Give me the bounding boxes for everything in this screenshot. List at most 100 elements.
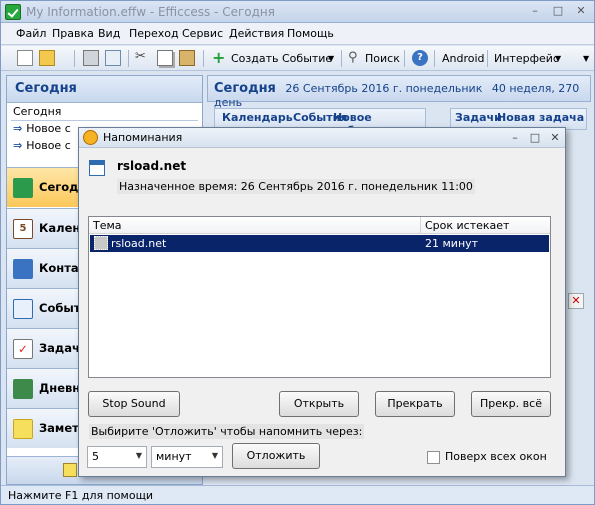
toolbar-separator [404, 50, 405, 67]
open-folder-icon[interactable] [39, 50, 55, 66]
list-header: Тема Срок истекает [89, 217, 550, 234]
calendar-icon [89, 160, 105, 176]
nav-contacts-label: Конта [39, 261, 79, 275]
contact-card-icon [13, 259, 33, 279]
snooze-unit-value: минут [156, 450, 192, 463]
dialog-close-button[interactable]: ✕ [547, 130, 563, 145]
app-check-icon [5, 4, 21, 20]
sticky-note-icon[interactable] [63, 463, 77, 477]
nav-notes-label: Замет [39, 421, 79, 435]
interface-button[interactable]: Интерфейс [494, 49, 559, 68]
copy-icon[interactable] [157, 50, 173, 66]
arrow-right-icon: ⇒ [13, 122, 23, 135]
menu-view[interactable]: Вид [98, 27, 120, 40]
reminders-list[interactable]: Тема Срок истекает rsload.net 21 минут [88, 216, 551, 378]
print-preview-icon[interactable] [105, 50, 121, 66]
panel-close-icon[interactable]: ✕ [568, 293, 584, 309]
dismiss-all-button[interactable]: Прекр. всё [471, 391, 551, 417]
nav-pane-header: Сегодня [7, 76, 202, 103]
dismiss-button[interactable]: Прекрать [375, 391, 455, 417]
events-icon [13, 299, 33, 319]
dialog-title-bar: Напоминания – □ ✕ [79, 128, 565, 148]
always-on-top-checkbox[interactable] [427, 451, 440, 464]
content-title: Сегодня [214, 81, 276, 96]
help-icon[interactable]: ? [412, 50, 428, 66]
snooze-amount-select[interactable]: 5 ▼ [87, 446, 147, 468]
toolbar-separator [128, 50, 129, 67]
menu-bar: Файл Правка Вид Переход Сервис Действия … [1, 23, 594, 45]
new-document-icon[interactable] [17, 50, 33, 66]
status-bar: Нажмите F1 для помощи [1, 485, 594, 504]
toolbar-separator [341, 50, 342, 67]
android-button[interactable]: Android [442, 49, 485, 68]
new-task-link-top[interactable]: Новая задача [497, 111, 584, 124]
row-subject: rsload.net [111, 237, 167, 250]
open-button[interactable]: Открыть [279, 391, 359, 417]
toolbar-overflow-icon[interactable]: ▼ [583, 49, 589, 68]
toolbar: ✂ + Создать Событие ▼ ⚲ Поиск ? Android … [1, 46, 594, 71]
create-event-button[interactable]: Создать Событие [231, 49, 332, 68]
snooze-label: Выбирите 'Отложить' чтобы напомнить чере… [89, 424, 365, 439]
menu-go[interactable]: Переход [129, 27, 179, 40]
arrow-right-icon: ⇒ [13, 139, 23, 152]
chevron-down-icon: ▼ [135, 451, 142, 460]
snooze-unit-select[interactable]: минут ▼ [151, 446, 223, 468]
table-row[interactable]: rsload.net 21 минут [90, 235, 549, 252]
menu-help[interactable]: Помощь [287, 27, 334, 40]
create-event-dropdown-icon[interactable]: ▼ [328, 49, 334, 68]
toolbar-separator [203, 50, 204, 67]
menu-file[interactable]: Файл [16, 27, 46, 40]
toolbar-separator [74, 50, 75, 67]
menu-tools[interactable]: Сервис [182, 27, 223, 40]
row-expires: 21 минут [425, 237, 479, 250]
dialog-title: Напоминания [103, 131, 183, 144]
window-title: My Information.effw - Efficcess - Сегодн… [26, 5, 275, 19]
print-icon[interactable] [83, 50, 99, 66]
search-icon: ⚲ [348, 50, 358, 65]
cut-icon[interactable]: ✂ [135, 50, 151, 66]
alarm-clock-icon [83, 130, 98, 145]
chevron-down-icon: ▼ [211, 451, 218, 460]
toolbar-separator [487, 50, 488, 67]
plus-icon: + [212, 48, 226, 67]
close-button[interactable]: ✕ [572, 4, 590, 19]
dialog-minimize-button[interactable]: – [507, 130, 523, 145]
task-check-icon: ✓ [13, 339, 33, 359]
toolbar-separator [434, 50, 435, 67]
snooze-amount-value: 5 [92, 450, 99, 463]
reminder-subject: rsload.net [117, 159, 187, 173]
nav-today-label: Сегод [39, 180, 79, 194]
nav-events-label: Событ [39, 301, 81, 315]
search-button[interactable]: Поиск [365, 49, 400, 68]
minimize-button[interactable]: – [526, 4, 544, 19]
column-subject[interactable]: Тема [93, 219, 122, 232]
event-icon [94, 236, 108, 250]
tab-tasks[interactable]: Задачи [455, 111, 502, 124]
column-expires[interactable]: Срок истекает [425, 219, 509, 232]
new-event-link-label: Новое с [26, 122, 71, 135]
dialog-maximize-button[interactable]: □ [527, 130, 543, 145]
content-date: 26 Сентябрь 2016 г. понедельник [285, 82, 483, 95]
snooze-button[interactable]: Отложить [232, 443, 320, 469]
column-divider [420, 217, 421, 234]
title-bar: My Information.effw - Efficcess - Сегодн… [1, 1, 594, 23]
paste-icon[interactable] [179, 50, 195, 66]
reminder-dialog: Напоминания – □ ✕ rsload.net Назначенное… [78, 127, 566, 477]
note-icon [13, 419, 33, 439]
scheduled-time: Назначенное время: 26 Сентябрь 2016 г. п… [117, 179, 475, 194]
menu-edit[interactable]: Правка [52, 27, 94, 40]
diary-icon [13, 379, 33, 399]
nav-diary-label: Дневн [39, 381, 81, 395]
tab-calendar[interactable]: Календарь [222, 111, 293, 124]
nav-calendar-label: Кален [39, 221, 81, 235]
home-icon [13, 178, 33, 198]
stop-sound-button[interactable]: Stop Sound [88, 391, 180, 417]
maximize-button[interactable]: □ [549, 4, 567, 19]
new-task-link-label: Новое с [26, 139, 71, 152]
nav-tasks-label: Задач [39, 341, 80, 355]
always-on-top-label: Поверх всех окон [445, 450, 547, 463]
calendar-icon: 5 [13, 219, 33, 239]
interface-dropdown-icon[interactable]: ▼ [555, 49, 561, 68]
today-tree-item[interactable]: Сегодня [7, 103, 202, 120]
menu-actions[interactable]: Действия [229, 27, 284, 40]
